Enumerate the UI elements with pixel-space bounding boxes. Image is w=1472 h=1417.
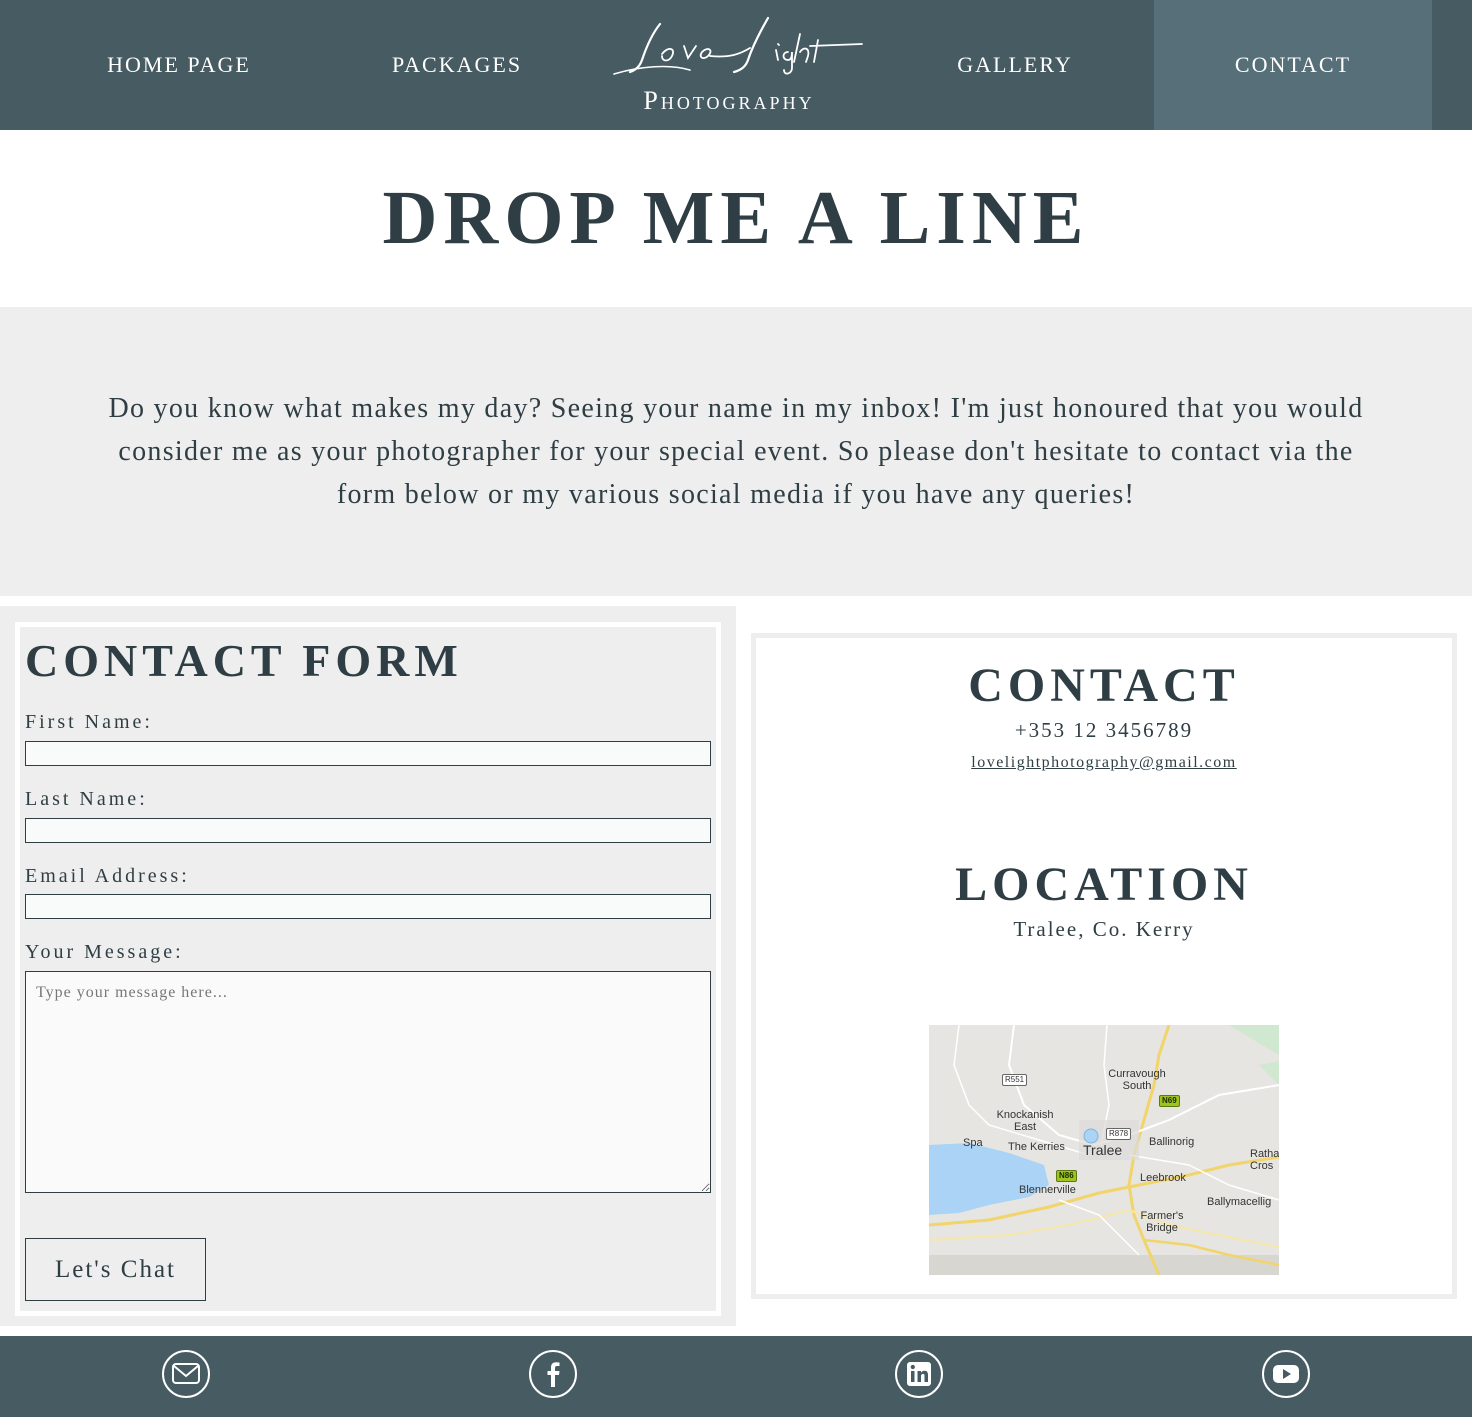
nav-home-link[interactable]: HOME PAGE: [40, 0, 318, 130]
map-road-shield: R878: [1106, 1128, 1132, 1140]
map-place-label: Spa: [963, 1137, 983, 1149]
map-place-label: Ballinorig: [1149, 1136, 1195, 1148]
map-road-shield: N86: [1056, 1170, 1077, 1182]
contact-email-wrap: lovelightphotography@gmail.com: [751, 752, 1457, 772]
map-place-label: Knockanish East: [996, 1109, 1054, 1133]
location-heading: LOCATION: [955, 858, 1253, 911]
map-place-label: Farmer's Bridge: [1140, 1210, 1184, 1234]
top-nav: HOME PAGE PACKAGES Photography GALLERY C…: [0, 0, 1472, 130]
contact-form-title: CONTACT FORM: [25, 635, 463, 686]
footer: [0, 1336, 1472, 1417]
map-place-label: Tralee: [1083, 1142, 1123, 1158]
facebook-icon[interactable]: [528, 1349, 578, 1399]
nav-gallery-link[interactable]: GALLERY: [876, 0, 1154, 130]
nav-contact-link[interactable]: CONTACT: [1154, 0, 1432, 130]
email-input[interactable]: [25, 894, 711, 919]
intro-text: Do you know what makes my day? Seeing yo…: [108, 393, 1364, 510]
nav-packages-link[interactable]: PACKAGES: [318, 0, 596, 130]
contact-email-link[interactable]: lovelightphotography@gmail.com: [971, 754, 1236, 771]
map-place-label: Leebrook: [1140, 1172, 1186, 1184]
message-label: Your Message:: [25, 941, 184, 963]
linkedin-icon[interactable]: [894, 1349, 944, 1399]
map-place-label: Curravough South: [1108, 1068, 1166, 1092]
contact-phone: +353 12 3456789: [1014, 718, 1194, 742]
last-name-label: Last Name:: [25, 788, 148, 810]
logo-script-mark: [613, 16, 863, 75]
lets-chat-button[interactable]: Let's Chat: [25, 1238, 206, 1301]
email-icon[interactable]: [161, 1349, 211, 1399]
map-place-label: The Kerries: [1008, 1141, 1065, 1153]
email-label: Email Address:: [25, 865, 190, 887]
first-name-label: First Name:: [25, 711, 153, 733]
message-textarea[interactable]: [25, 971, 711, 1193]
map-road-shield: R551: [1002, 1074, 1028, 1086]
first-name-input[interactable]: [25, 741, 711, 766]
map-place-label: Ballymacellig: [1207, 1196, 1272, 1208]
logo-wordmark: Photography: [643, 86, 815, 115]
page-title: DROP ME A LINE: [382, 176, 1090, 260]
youtube-icon[interactable]: [1261, 1349, 1311, 1399]
last-name-input[interactable]: [25, 818, 711, 843]
intro-section: Do you know what makes my day? Seeing yo…: [0, 307, 1472, 596]
map-place-label: Ratha Cros: [1250, 1148, 1279, 1172]
map-road-shield: N69: [1159, 1095, 1180, 1107]
location-map[interactable]: R551 N69 R878 N86 Curravough South Knock…: [929, 1025, 1279, 1275]
contact-heading: CONTACT: [968, 659, 1240, 712]
location-text: Tralee, Co. Kerry: [1013, 917, 1195, 941]
map-place-label: Blennerville: [1019, 1184, 1076, 1196]
logo[interactable]: Photography: [600, 8, 872, 120]
